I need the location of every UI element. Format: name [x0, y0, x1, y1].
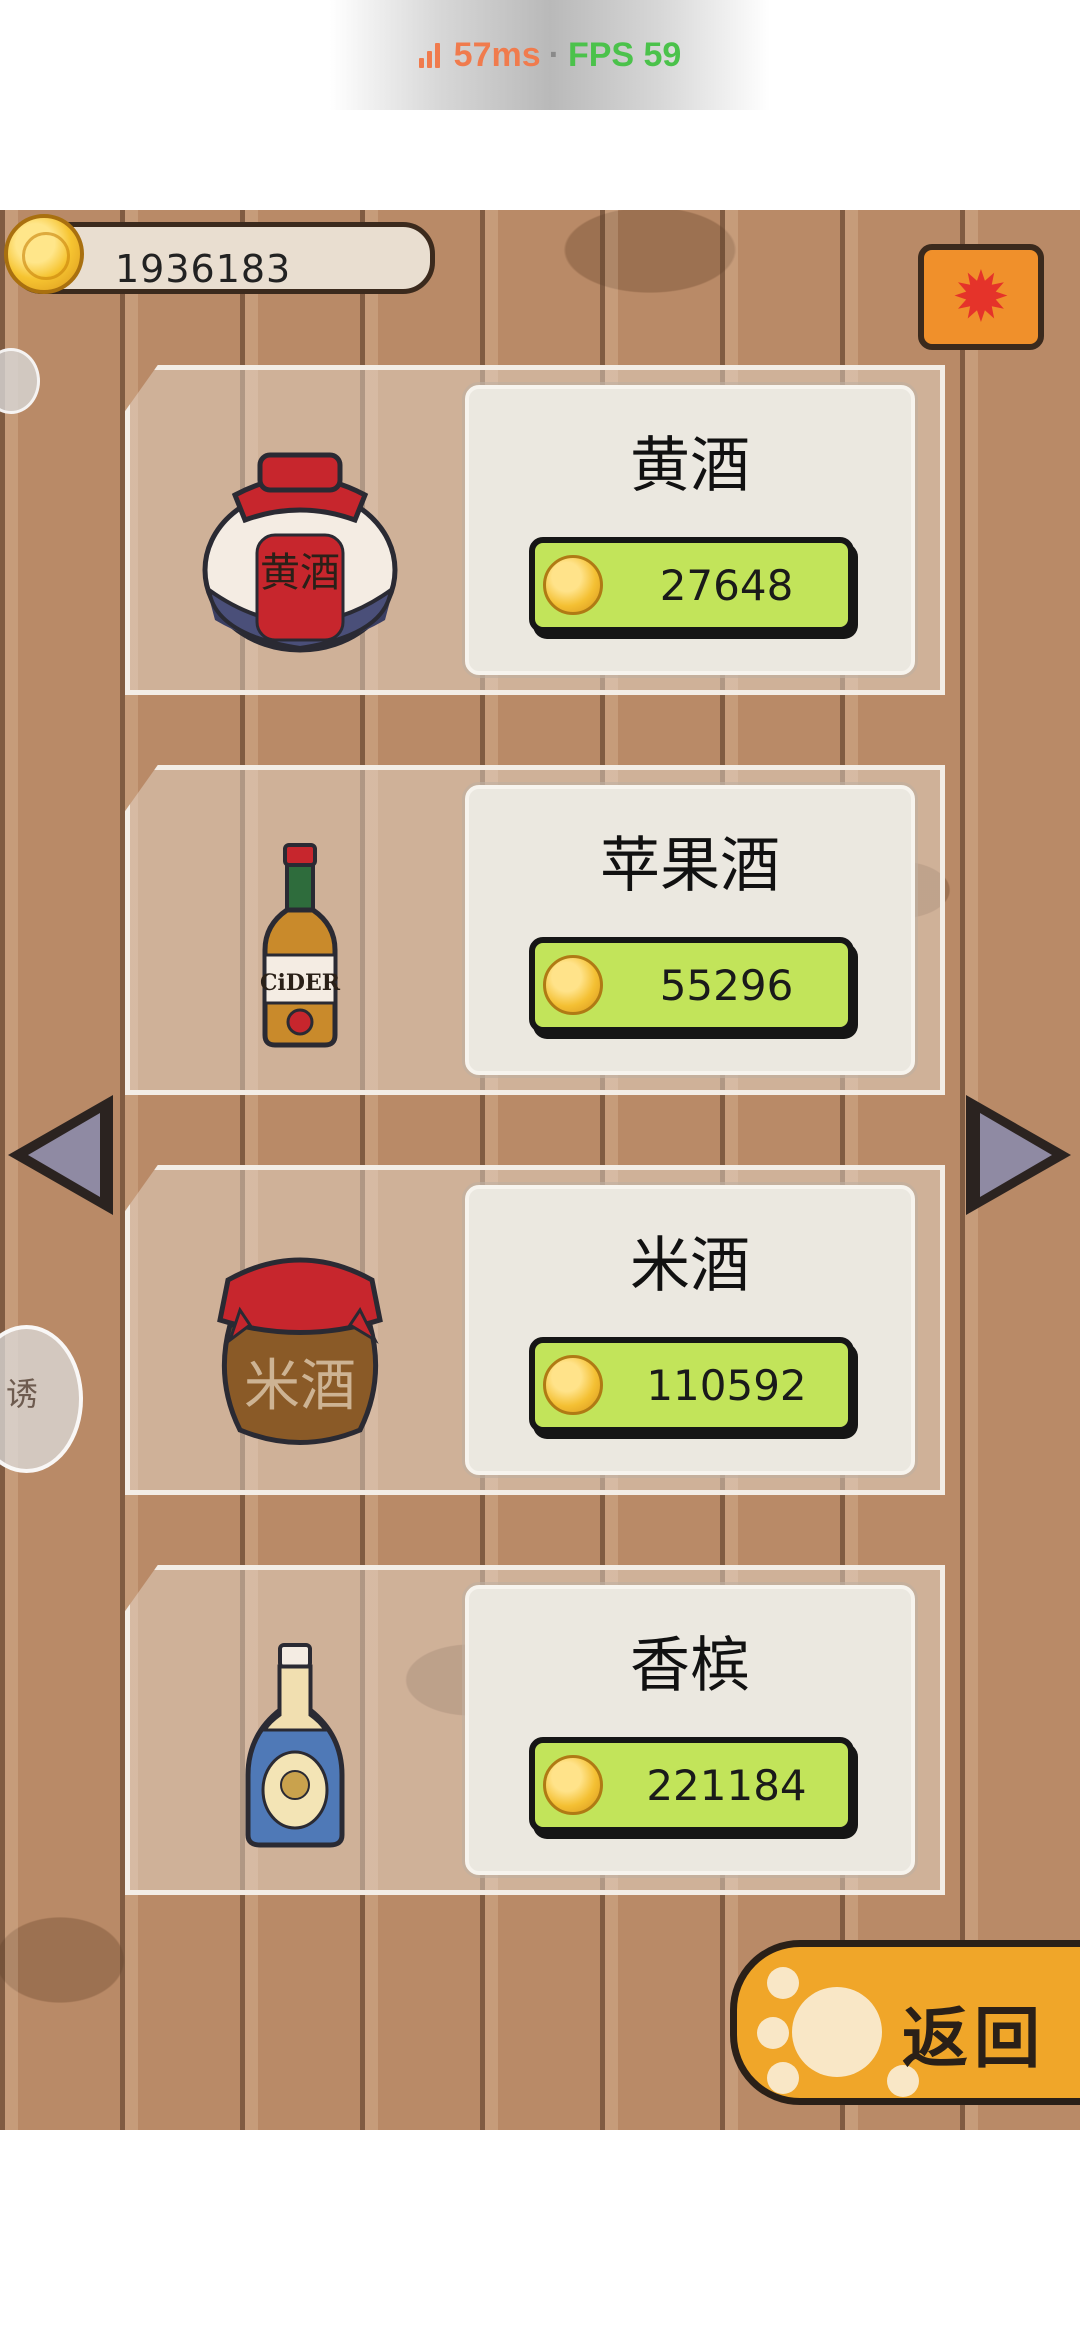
- shop-item-panel: 香槟 221184: [465, 1585, 915, 1875]
- coin-icon: [4, 214, 84, 294]
- coin-icon: [543, 955, 603, 1015]
- champagne-bottle-icon: [245, 1643, 345, 1848]
- assist-label: 诱: [6, 1375, 39, 1413]
- signal-icon: [418, 42, 440, 68]
- item-name: 苹果酒: [600, 831, 780, 901]
- gear-icon: ✹: [951, 256, 1011, 338]
- network-status: 57ms · FPS 59: [330, 0, 770, 110]
- paw-toe: [757, 2017, 789, 2049]
- item-price: 55296: [659, 961, 794, 1010]
- item-name: 香槟: [630, 1631, 750, 1701]
- bottle-label-text: CiDER: [260, 970, 341, 996]
- shop-screen: 1936183 ✹ 诱 黄酒 黄酒 27648 CiDER 苹果酒 55296 …: [0, 210, 1080, 2130]
- shop-item-panel: 黄酒 27648: [465, 385, 915, 675]
- coin-icon: [543, 1355, 603, 1415]
- latency-text: 57ms: [453, 35, 541, 74]
- fps-text: FPS 59: [567, 35, 682, 74]
- right-arrow-fill: [980, 1113, 1052, 1197]
- coin-icon: [543, 1755, 603, 1815]
- coin-count: 1936183: [115, 247, 292, 291]
- item-name: 米酒: [630, 1231, 750, 1301]
- paw-toe: [767, 1967, 799, 1999]
- buy-button[interactable]: 110592: [529, 1337, 854, 1433]
- floating-side-bubble[interactable]: [0, 348, 40, 414]
- item-price: 221184: [646, 1761, 807, 1810]
- buy-button[interactable]: 55296: [529, 937, 854, 1033]
- status-separator: ·: [548, 35, 560, 74]
- coin-icon: [543, 555, 603, 615]
- left-arrow-fill: [28, 1113, 100, 1197]
- buy-button[interactable]: 27648: [529, 537, 854, 633]
- shop-item-panel: 米酒 110592: [465, 1185, 915, 1475]
- cider-bottle-icon: CiDER: [260, 843, 341, 1048]
- buy-button[interactable]: 221184: [529, 1737, 854, 1833]
- floating-assist-button[interactable]: 诱: [0, 1325, 83, 1473]
- paw-icon: [792, 1987, 882, 2077]
- back-label: 返回: [902, 2000, 1046, 2077]
- paw-toe: [767, 2062, 799, 2094]
- item-price: 27648: [659, 561, 794, 610]
- settings-button[interactable]: ✹: [918, 244, 1044, 350]
- jar-label-text: 米酒: [244, 1354, 356, 1419]
- jar-label-text: 黄酒: [260, 550, 340, 596]
- back-button[interactable]: 返回: [730, 1940, 1080, 2105]
- item-price: 110592: [646, 1361, 807, 1410]
- item-name: 黄酒: [630, 431, 750, 501]
- rice-wine-jar-icon: 米酒: [217, 1257, 383, 1445]
- shop-item-panel: 苹果酒 55296: [465, 785, 915, 1075]
- yellow-wine-jar-icon: 黄酒: [202, 452, 398, 653]
